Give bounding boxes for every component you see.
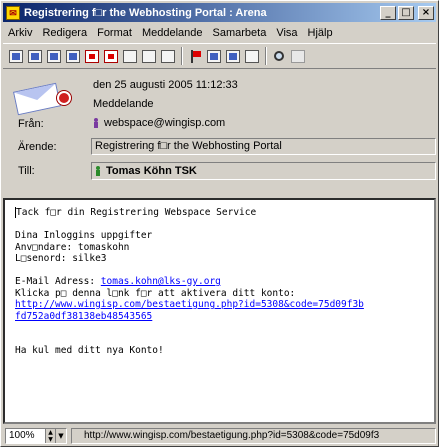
email-label: E-Mail Adress:	[15, 276, 101, 287]
message-date: den 25 augusti 2005 11:12:33	[93, 79, 238, 91]
email-link[interactable]: tomas.kohn@lks-gy.org	[101, 276, 221, 287]
toolbar-separator	[181, 47, 183, 65]
search-icon[interactable]	[270, 46, 288, 66]
menu-samarbeta[interactable]: Samarbeta	[208, 27, 272, 39]
maximize-button[interactable]: □	[398, 5, 414, 20]
chevron-down-icon[interactable]: ▼	[55, 429, 66, 443]
move-icon[interactable]	[205, 46, 223, 66]
mail-window: ✉ Registrering f□r the Webhosting Portal…	[0, 0, 439, 447]
menu-visa[interactable]: Visa	[271, 27, 302, 39]
menu-meddelande[interactable]: Meddelande	[137, 27, 208, 39]
trash-icon[interactable]	[159, 46, 177, 66]
from-field[interactable]: webspace@wingisp.com	[93, 117, 225, 129]
minimize-button[interactable]: _	[380, 5, 396, 20]
to-label: Till:	[18, 165, 35, 177]
menu-arkiv[interactable]: Arkiv	[3, 27, 37, 39]
zoom-value: 100%	[9, 430, 35, 441]
forward-icon[interactable]	[45, 46, 63, 66]
zoom-spinner[interactable]: ▲ ▼	[45, 429, 55, 443]
body-line: Dina Inloggins uppgifter	[15, 230, 153, 241]
app-icon[interactable]: ✉	[6, 5, 20, 20]
menu-format[interactable]: Format	[92, 27, 137, 39]
folder-icon[interactable]	[243, 46, 261, 66]
zoom-select[interactable]: 100% ▲ ▼ ▼	[5, 428, 67, 444]
tools-icon[interactable]	[289, 46, 307, 66]
message-body[interactable]: Tack f□r din Registrering Webspace Servi…	[3, 198, 436, 424]
to-recipient[interactable]: Tomas Köhn TSK	[106, 164, 197, 179]
window-title: Registrering f□r the Webhosting Portal :…	[24, 6, 267, 19]
status-bar: 100% ▲ ▼ ▼ http://www.wingisp.com/bestaet…	[3, 427, 436, 445]
menu-hjalp[interactable]: Hjälp	[303, 27, 338, 39]
person-icon	[95, 166, 100, 176]
message-header: den 25 augusti 2005 11:12:33 Meddelande …	[3, 71, 436, 197]
save-icon[interactable]	[140, 46, 158, 66]
from-address[interactable]: webspace@wingisp.com	[104, 117, 225, 129]
to-field[interactable]: Tomas Köhn TSK	[91, 162, 436, 180]
menu-redigera[interactable]: Redigera	[37, 27, 92, 39]
delete-red-icon[interactable]	[83, 46, 101, 66]
copy-red-icon[interactable]	[102, 46, 120, 66]
subject-label: Ärende:	[18, 141, 57, 153]
status-text: http://www.wingisp.com/bestaetigung.php?…	[71, 428, 436, 444]
subject-field[interactable]: Registrering f□r the Webhosting Portal	[91, 138, 436, 155]
body-line: Tack f□r din Registrering Webspace Servi…	[16, 207, 257, 218]
body-line: Klicka p□ denna l□nk f□r att aktivera di…	[15, 287, 296, 299]
print-icon[interactable]	[121, 46, 139, 66]
toolbar-separator	[265, 47, 267, 65]
move-folder-icon[interactable]	[224, 46, 242, 66]
flag-icon[interactable]	[186, 46, 204, 66]
body-line: L□senord: silke3	[15, 253, 107, 264]
title-bar[interactable]: ✉ Registrering f□r the Webhosting Portal…	[3, 3, 436, 22]
close-button[interactable]: ×	[418, 5, 434, 20]
activation-link-cont[interactable]: fd752a0df38138eb48543565	[15, 311, 152, 322]
message-type: Meddelande	[93, 98, 154, 110]
activation-link[interactable]: http://www.wingisp.com/bestaetigung.php?…	[15, 299, 364, 310]
person-icon	[93, 118, 98, 128]
forward-attach-icon[interactable]	[64, 46, 82, 66]
body-line: Anv□ndare: tomaskohn	[15, 241, 130, 253]
reply-all-icon[interactable]	[26, 46, 44, 66]
reply-icon[interactable]	[7, 46, 25, 66]
envelope-icon	[12, 79, 71, 116]
closing-line: Ha kul med ditt nya Konto!	[15, 345, 164, 356]
menu-bar: Arkiv Redigera Format Meddelande Samarbe…	[3, 24, 436, 41]
from-label: Från:	[18, 118, 44, 130]
toolbar	[3, 43, 436, 69]
